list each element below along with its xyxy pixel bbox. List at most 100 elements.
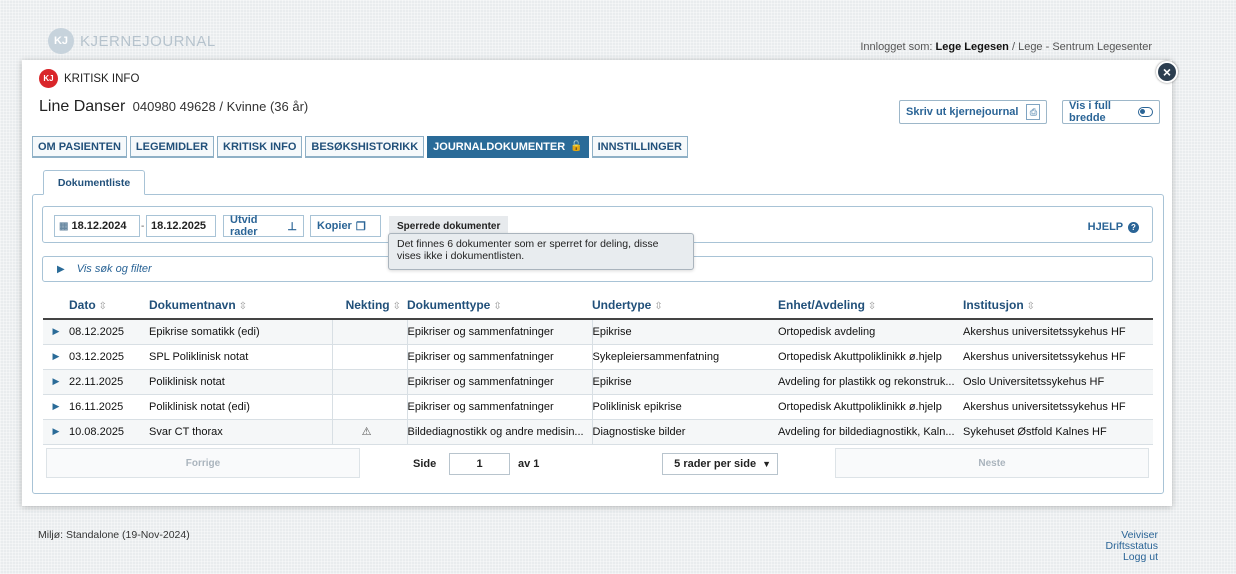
page-number-input[interactable]: 1 (449, 453, 510, 475)
document-panel: ▦ 18.12.2024 - 18.12.2025 Utvid rader ⊥ … (32, 194, 1164, 494)
cell-dokumenttype: Epikriser og sammenfatninger (407, 319, 593, 345)
header-dokumenttype[interactable]: Dokumenttype ⇳ (407, 292, 592, 320)
cell-enhet: Ortopedisk Akuttpoliklinikk ø.hjelp (778, 344, 963, 370)
tab-besokshistorikk[interactable]: BESØKSHISTORIKK (305, 136, 425, 158)
table-row[interactable]: ▶ 16.11.2025 Poliklinisk notat (edi) Epi… (43, 394, 1153, 420)
header-enhet-avdeling[interactable]: Enhet/Avdeling ⇳ (778, 292, 963, 320)
blocked-documents-tooltip: Det finnes 6 dokumenter som er sperret f… (388, 233, 694, 270)
cell-dokumentnavn: SPL Poliklinisk notat (149, 344, 333, 370)
app-logo: KJ KJERNEJOURNAL (48, 28, 216, 54)
login-role: / Lege - Sentrum Legesenter (1011, 41, 1152, 53)
critical-info-link[interactable]: KJ KRITISK INFO (39, 69, 139, 88)
rows-per-page-select[interactable]: 5 rader per side ▼ (662, 453, 778, 475)
cell-undertype: Epikrise (592, 319, 778, 345)
cell-dokumenttype: Epikriser og sammenfatninger (407, 394, 593, 420)
full-width-label: Vis i full bredde (1069, 100, 1111, 124)
tab-kritisk-info[interactable]: KRITISK INFO (217, 136, 303, 158)
table-row[interactable]: ▶ 22.11.2025 Poliklinisk notat Epikriser… (43, 369, 1153, 395)
logo-text: KJERNEJOURNAL (80, 32, 216, 50)
pagination: Forrige Side 1 av 1 5 rader per side ▼ N… (43, 446, 1153, 480)
tab-om-pasienten[interactable]: OM PASIENTEN (32, 136, 127, 158)
login-user: Lege Legesen (935, 41, 1009, 53)
print-journal-button[interactable]: Skriv ut kjernejournal ⎙ (899, 100, 1048, 124)
help-icon: ? (1128, 222, 1139, 233)
unlock-icon: 🔓 (570, 141, 583, 152)
calendar-icon: ▦ (59, 220, 69, 232)
link-logg-ut[interactable]: Logg ut (1105, 552, 1158, 563)
table-header-row: Dato ⇳ Dokumentnavn ⇳ Nekting ⇳ Dokumenttyp… (43, 292, 1153, 320)
help-link[interactable]: HJELP ? (1088, 221, 1139, 233)
table-row[interactable]: ▶ 08.12.2025 Epikrise somatikk (edi) Epi… (43, 319, 1153, 345)
table-row[interactable]: ▶ 10.08.2025 Svar CT thorax ⚠ Bildediagn… (43, 419, 1153, 445)
header-undertype[interactable]: Undertype ⇳ (592, 292, 778, 320)
print-icon: ⎙ (1026, 104, 1041, 120)
chevron-down-icon: ▼ (762, 459, 771, 469)
page-total: av 1 (518, 458, 540, 470)
cell-enhet: Avdeling for plastikk og rekonstruk... (778, 369, 963, 395)
copy-button[interactable]: Kopier ❐ (310, 215, 381, 237)
sort-icon: ⇳ (493, 301, 502, 312)
cell-dato: 22.11.2025 (69, 369, 149, 395)
date-from-field[interactable]: ▦ 18.12.2024 (54, 215, 140, 237)
date-separator: - (141, 221, 145, 232)
subtab-dokumentliste[interactable]: Dokumentliste (43, 170, 145, 195)
critical-info-label: KRITISK INFO (64, 72, 140, 85)
full-width-button[interactable]: Vis i full bredde (1062, 100, 1160, 124)
header-nekting[interactable]: Nekting ⇳ (332, 292, 407, 320)
login-info: Innlogget som: Lege Legesen / Lege - Sen… (860, 41, 1152, 53)
expand-rows-button[interactable]: Utvid rader ⊥ (223, 214, 304, 238)
environment-info: Miljø: Standalone (19-Nov-2024) (38, 529, 190, 541)
footer-links: Veiviser Driftsstatus Logg ut (1105, 530, 1158, 563)
tab-journaldokumenter[interactable]: JOURNALDOKUMENTER 🔓 (427, 136, 589, 158)
cell-nekting (332, 344, 408, 370)
tab-innstillinger[interactable]: INNSTILLINGER (591, 136, 688, 158)
sort-icon: ⇳ (98, 301, 108, 312)
expand-icon: ⊥ (287, 220, 297, 233)
cell-undertype: Epikrise (592, 369, 778, 395)
expand-rows-label: Utvid rader (230, 214, 258, 238)
cell-institusjon: Sykehuset Østfold Kalnes HF (963, 419, 1153, 445)
table-row[interactable]: ▶ 03.12.2025 SPL Poliklinisk notat Epikr… (43, 344, 1153, 370)
tab-legemidler[interactable]: LEGEMIDLER (129, 136, 215, 158)
document-table: Dato ⇳ Dokumentnavn ⇳ Nekting ⇳ Dokumenttyp… (43, 292, 1153, 445)
cell-nekting (332, 369, 408, 395)
header-institusjon[interactable]: Institusjon ⇳ (963, 292, 1153, 320)
row-expand-icon[interactable]: ▶ (43, 394, 69, 420)
copy-label: Kopier (317, 220, 352, 232)
patient-details: 040980 49628 / Kvinne (36 år) (132, 99, 309, 114)
patient-modal: KJ KRITISK INFO Line Danser 040980 49628… (22, 60, 1172, 506)
sort-icon: ⇳ (654, 301, 663, 312)
cell-undertype: Poliklinisk epikrise (592, 394, 778, 420)
warning-icon: ⚠ (332, 419, 408, 445)
cell-dato: 10.08.2025 (69, 419, 149, 445)
row-expand-icon[interactable]: ▶ (43, 344, 69, 370)
cell-dokumenttype: Bildediagnostikk og andre medisin... (407, 419, 593, 445)
cell-dato: 08.12.2025 (69, 319, 149, 345)
cell-enhet: Ortopedisk avdeling (778, 319, 963, 345)
cell-institusjon: Akershus universitetssykehus HF (963, 319, 1153, 345)
next-page-button[interactable]: Neste (835, 448, 1149, 478)
header-dokumentnavn[interactable]: Dokumentnavn ⇳ (149, 292, 332, 320)
cell-nekting (332, 394, 408, 420)
header-dato[interactable]: Dato ⇳ (69, 292, 149, 320)
row-expand-icon[interactable]: ▶ (43, 369, 69, 395)
login-prefix: Innlogget som: (860, 41, 933, 53)
expand-triangle-icon: ▶ (57, 263, 65, 275)
date-from-value: 18.12.2024 (71, 220, 127, 232)
date-to-field[interactable]: 18.12.2025 (146, 215, 216, 237)
print-journal-label: Skriv ut kjernejournal (906, 106, 1019, 118)
help-label: HJELP (1087, 221, 1123, 233)
date-to-value: 18.12.2025 (151, 220, 207, 232)
sort-icon: ⇳ (392, 301, 401, 312)
cell-institusjon: Oslo Universitetssykehus HF (963, 369, 1153, 395)
cell-undertype: Diagnostiske bilder (592, 419, 778, 445)
header-expand (43, 292, 69, 320)
close-icon[interactable]: × (1156, 61, 1178, 83)
cell-dokumentnavn: Poliklinisk notat (edi) (149, 394, 333, 420)
cell-nekting (332, 319, 408, 345)
previous-page-button[interactable]: Forrige (46, 448, 360, 478)
row-expand-icon[interactable]: ▶ (43, 319, 69, 345)
main-tabs: OM PASIENTEN LEGEMIDLER KRITISK INFO BES… (32, 136, 691, 158)
row-expand-icon[interactable]: ▶ (43, 419, 69, 445)
cell-dokumentnavn: Svar CT thorax (149, 419, 333, 445)
